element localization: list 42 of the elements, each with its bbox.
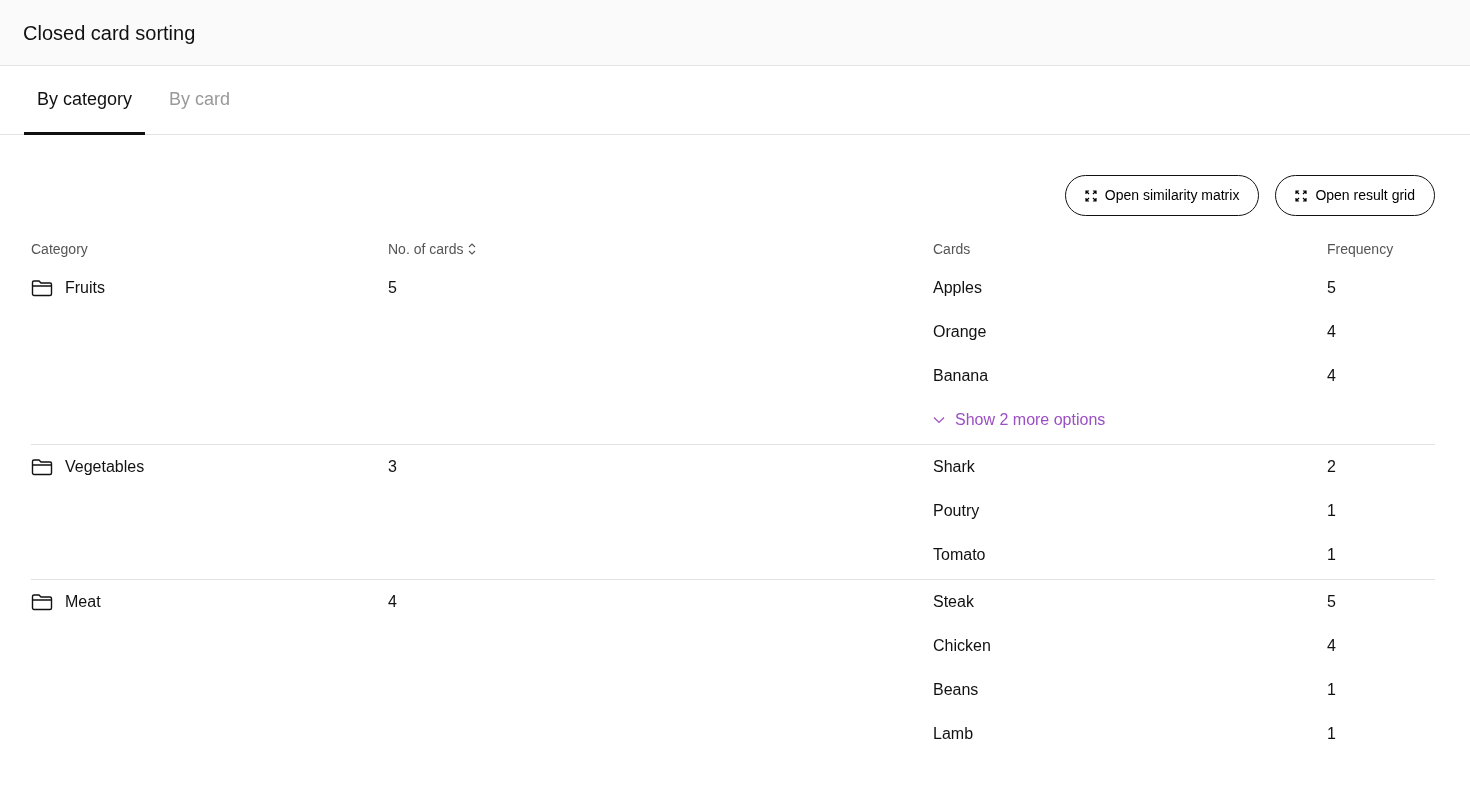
card-name: Beans [933,680,979,700]
expand-icon [1295,189,1308,202]
card-name: Orange [933,322,987,342]
frequency-value: 4 [1327,322,1336,342]
frequency-value: 4 [1327,366,1336,386]
frequency-value: 1 [1327,501,1336,521]
folder-icon [31,279,53,297]
tab[interactable]: By category [24,66,146,135]
column-header[interactable]: No. of cards [388,238,464,260]
frequency-value: 1 [1327,724,1336,744]
frequency-value: 5 [1327,278,1336,298]
folder-icon [31,593,53,611]
card-name: Banana [933,366,989,386]
card-name: Lamb [933,724,974,744]
column-header: Frequency [1327,239,1394,259]
page-title: Closed card sorting [23,20,196,45]
frequency-value: 1 [1327,680,1336,700]
frequency-value: 5 [1327,592,1336,612]
column-header: Category [31,239,88,259]
card-count: 4 [388,592,397,612]
category-name: Fruits [65,278,105,298]
folder-icon [31,458,53,476]
category-name: Vegetables [65,457,145,477]
column-header: Cards [933,239,971,259]
card-count: 3 [388,457,397,477]
expand-button[interactable]: Open similarity matrix [1064,175,1260,216]
card-name: Tomato [933,545,986,565]
card-name: Apples [933,278,982,298]
frequency-value: 2 [1327,457,1336,477]
card-name: Shark [933,457,975,477]
sort-icon [467,242,478,256]
expand-icon [1084,189,1097,202]
card-name: Steak [933,592,974,612]
frequency-value: 1 [1327,545,1336,565]
frequency-value: 4 [1327,636,1336,656]
card-name: Poutry [933,501,980,521]
card-name: Chicken [933,636,991,656]
card-count: 5 [388,278,397,298]
show-more-link[interactable]: Show 2 more options [933,398,1106,442]
expand-button[interactable]: Open result grid [1275,175,1435,216]
chevron-down-icon [933,416,945,424]
category-name: Meat [65,592,101,612]
